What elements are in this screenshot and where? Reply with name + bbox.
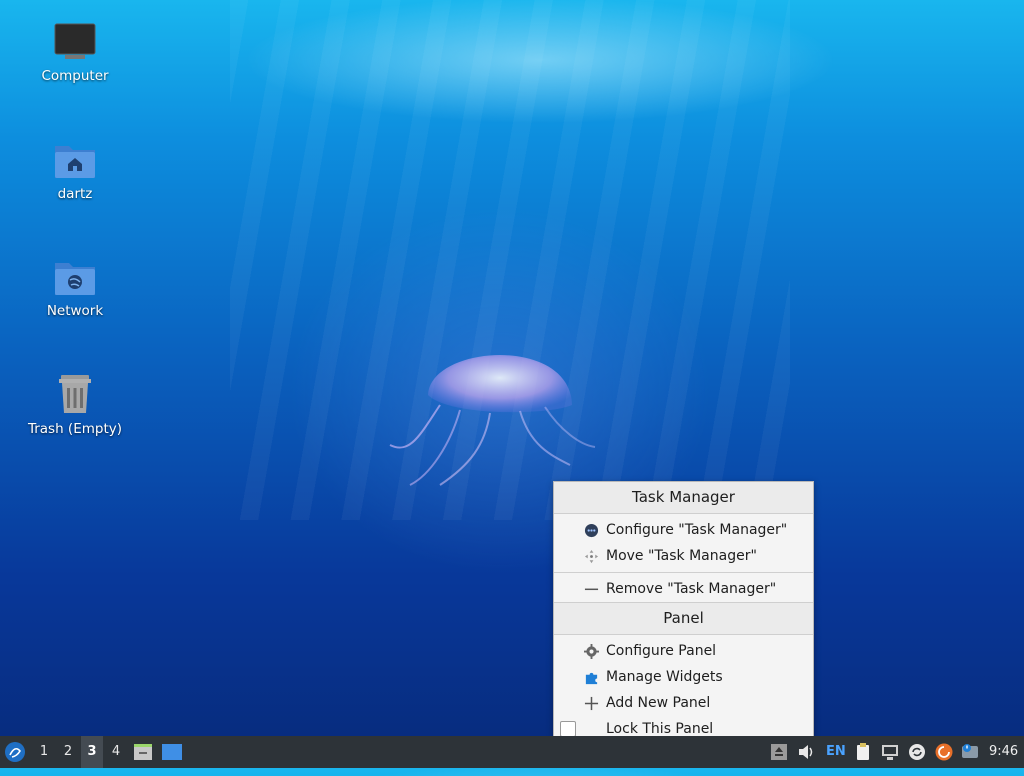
menu-item-label: Move "Task Manager" xyxy=(606,548,757,564)
home-folder-icon xyxy=(55,146,95,178)
jellyfish-wallpaper-art xyxy=(389,355,596,486)
configure-task-manager-item[interactable]: Configure "Task Manager" xyxy=(554,517,813,543)
add-new-panel-item[interactable]: Add New Panel xyxy=(554,690,813,716)
configure-panel-item[interactable]: Configure Panel xyxy=(554,638,813,664)
start-menu-button[interactable] xyxy=(4,736,28,768)
remove-icon xyxy=(584,588,599,591)
show-desktop-button[interactable] xyxy=(162,736,184,768)
menu-item-label: Manage Widgets xyxy=(606,669,723,685)
menu-item-label: Configure "Task Manager" xyxy=(606,522,788,538)
sync-icon[interactable] xyxy=(908,743,926,761)
menu-separator xyxy=(554,572,813,573)
menu-item-label: Add New Panel xyxy=(606,695,711,711)
move-icon xyxy=(584,549,599,564)
configure-icon xyxy=(584,523,599,538)
task-manager-section-title: Task Manager xyxy=(554,482,813,514)
clipboard-icon[interactable] xyxy=(854,743,872,761)
file-manager-icon xyxy=(134,744,152,760)
desktop-icon xyxy=(162,744,182,760)
lock-panel-checkbox[interactable] xyxy=(560,721,576,737)
updates-icon[interactable] xyxy=(935,743,953,761)
desktop-switch-4[interactable]: 4 xyxy=(105,736,127,768)
gear-icon xyxy=(584,644,599,659)
panel-context-menu: Task Manager Configure "Task Manager" Mo… xyxy=(553,481,814,738)
keyboard-layout-indicator[interactable]: EN xyxy=(826,736,846,768)
desktop-icon-label: Network xyxy=(46,303,104,319)
remove-task-manager-item[interactable]: Remove "Task Manager" xyxy=(554,576,813,602)
manage-widgets-item[interactable]: Manage Widgets xyxy=(554,664,813,690)
notification-icon[interactable] xyxy=(961,743,979,761)
desktop-icon-home-folder[interactable]: dartz xyxy=(20,140,130,202)
volume-icon[interactable] xyxy=(797,743,815,761)
menu-item-label: Configure Panel xyxy=(606,643,717,659)
trash-icon xyxy=(59,375,91,413)
plus-icon xyxy=(584,696,599,711)
network-folder-icon xyxy=(55,263,95,295)
network-connection-icon[interactable] xyxy=(881,743,899,761)
desktop-icon-label: dartz xyxy=(57,186,93,202)
desktop-switch-1[interactable]: 1 xyxy=(33,736,55,768)
lxqt-logo-icon xyxy=(5,742,25,762)
eject-icon[interactable] xyxy=(770,743,788,761)
taskbar: 1 2 3 4 EN 9:46 xyxy=(0,736,1024,768)
clock[interactable]: 9:46 xyxy=(989,736,1018,768)
menu-item-label: Lock This Panel xyxy=(606,721,714,737)
desktop-icon-trash[interactable]: Trash (Empty) xyxy=(20,373,130,437)
move-task-manager-item[interactable]: Move "Task Manager" xyxy=(554,543,813,569)
file-manager-launcher[interactable] xyxy=(133,736,155,768)
panel-section-title: Panel xyxy=(554,602,813,635)
desktop-icon-network[interactable]: Network xyxy=(20,257,130,319)
desktop-icon-label: Computer xyxy=(41,68,109,84)
desktop-icon-label: Trash (Empty) xyxy=(27,421,123,437)
desktop-switch-3[interactable]: 3 xyxy=(81,736,103,768)
menu-item-label: Remove "Task Manager" xyxy=(606,581,777,597)
desktop-icon-computer[interactable]: Computer xyxy=(20,22,130,84)
puzzle-icon xyxy=(585,672,598,685)
computer-icon xyxy=(54,23,96,59)
desktop-switch-2[interactable]: 2 xyxy=(57,736,79,768)
